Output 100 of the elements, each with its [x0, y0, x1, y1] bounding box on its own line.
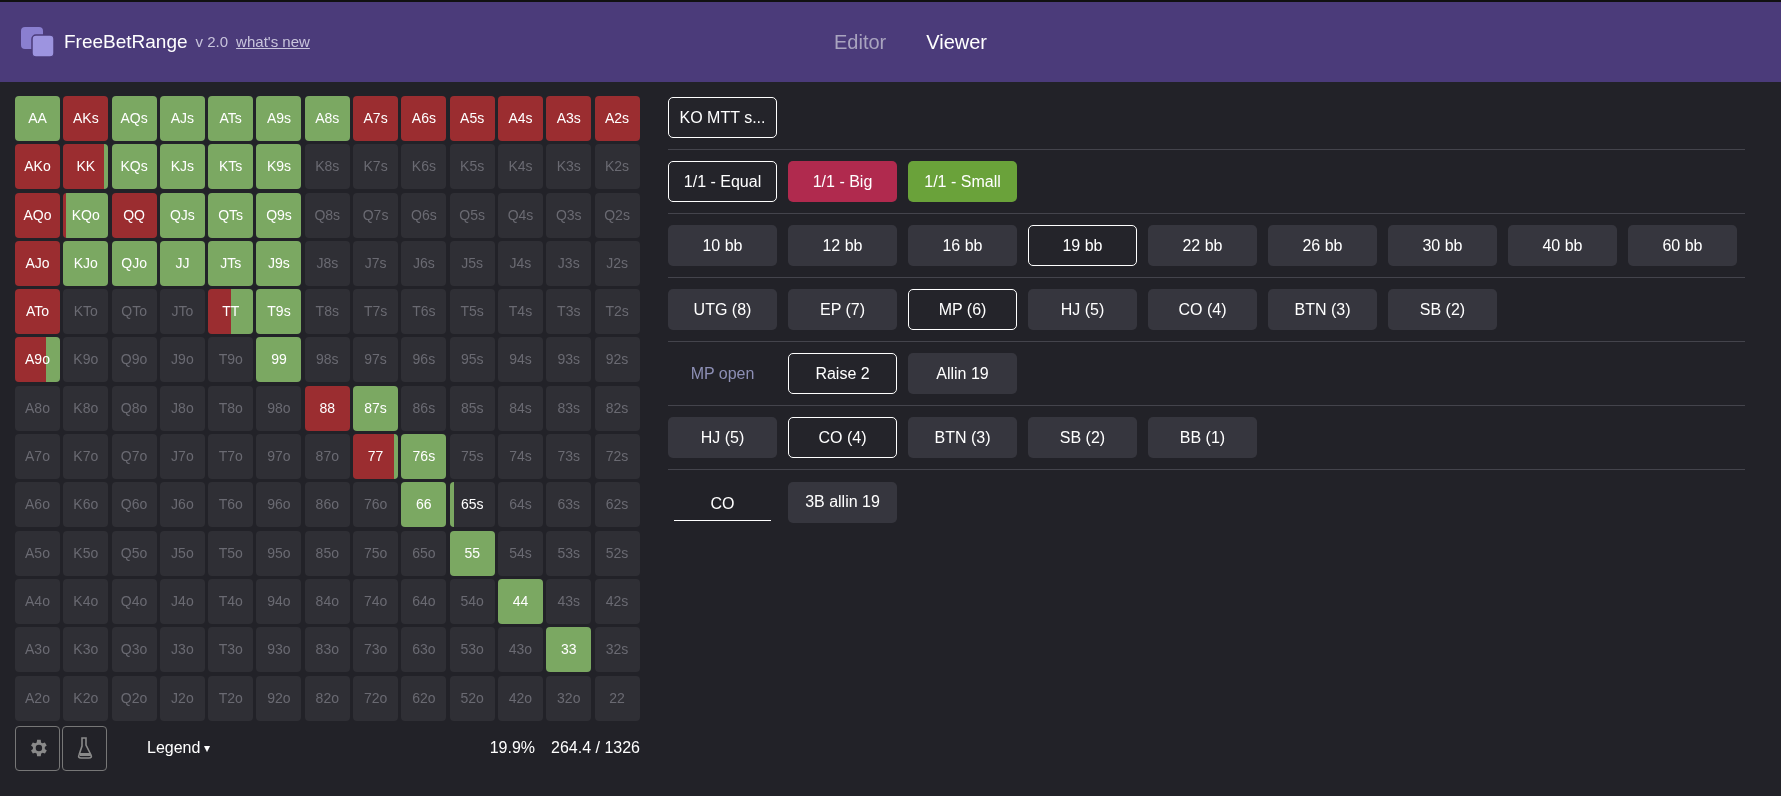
hand-cell[interactable]: J2s — [594, 240, 640, 286]
hand-cell[interactable]: A8o — [15, 385, 60, 431]
hand-cell[interactable]: J9s — [256, 240, 302, 286]
hand-cell[interactable]: Q6o — [111, 482, 157, 528]
hand-cell[interactable]: 97s — [353, 337, 399, 383]
hand-cell[interactable]: Q3s — [546, 192, 592, 238]
hand-cell[interactable]: Q4s — [497, 192, 543, 238]
option-button[interactable]: 60 bb — [1628, 225, 1737, 266]
hand-cell[interactable]: 88 — [304, 385, 350, 431]
hand-cell[interactable]: QJo — [111, 240, 157, 286]
hand-cell[interactable]: Q2o — [111, 675, 157, 721]
hand-cell[interactable]: Q5o — [111, 530, 157, 576]
hand-cell[interactable]: A7o — [15, 434, 60, 480]
hand-cell[interactable]: T3s — [546, 289, 592, 335]
option-button[interactable]: CO (4) — [1148, 289, 1257, 330]
hand-cell[interactable]: 95o — [256, 530, 302, 576]
hand-cell[interactable]: 77 — [353, 434, 399, 480]
nav-tab[interactable]: Viewer — [926, 27, 987, 57]
option-button[interactable]: 1/1 - Big — [788, 161, 897, 202]
hand-cell[interactable]: K9o — [63, 337, 109, 383]
option-button[interactable]: HJ (5) — [668, 417, 777, 458]
hand-cell[interactable]: J3o — [159, 627, 205, 673]
hand-cell[interactable]: 92s — [594, 337, 640, 383]
hand-cell[interactable]: 63s — [546, 482, 592, 528]
hand-cell[interactable]: K7o — [63, 434, 109, 480]
hand-cell[interactable]: AA — [15, 96, 60, 141]
hand-cell[interactable]: J5o — [159, 530, 205, 576]
hand-cell[interactable]: A9s — [256, 96, 302, 141]
hand-cell[interactable]: J5s — [449, 240, 495, 286]
hand-cell[interactable]: 43o — [497, 627, 543, 673]
hand-cell[interactable]: 52s — [594, 530, 640, 576]
hand-cell[interactable]: T9s — [256, 289, 302, 335]
hand-cell[interactable]: J2o — [159, 675, 205, 721]
hand-cell[interactable]: K7s — [353, 144, 399, 190]
hand-cell[interactable]: K5s — [449, 144, 495, 190]
hand-cell[interactable]: 64s — [497, 482, 543, 528]
hand-cell[interactable]: T8s — [304, 289, 350, 335]
settings-button[interactable] — [15, 725, 60, 771]
hand-cell[interactable]: 76o — [353, 482, 399, 528]
option-button[interactable]: 40 bb — [1508, 225, 1617, 266]
hand-cell[interactable]: A2o — [15, 675, 60, 721]
hand-cell[interactable]: 32o — [546, 675, 592, 721]
hand-cell[interactable]: 98o — [256, 385, 302, 431]
hand-cell[interactable]: K4o — [63, 578, 109, 624]
option-button[interactable]: 3B allin 19 — [788, 481, 897, 523]
hand-cell[interactable]: 86o — [304, 482, 350, 528]
hand-cell[interactable]: T2o — [208, 675, 254, 721]
hand-cell[interactable]: 53o — [449, 627, 495, 673]
hand-cell[interactable]: 97o — [256, 434, 302, 480]
hand-cell[interactable]: 72s — [594, 434, 640, 480]
hand-cell[interactable]: 84s — [497, 385, 543, 431]
hand-cell[interactable]: J3s — [546, 240, 592, 286]
hand-cell[interactable]: 55 — [449, 530, 495, 576]
option-button[interactable]: Raise 2 — [788, 353, 897, 394]
hand-cell[interactable]: ATs — [208, 96, 254, 141]
hand-cell[interactable]: K3o — [63, 627, 109, 673]
hand-cell[interactable]: T6s — [401, 289, 447, 335]
whats-new-link[interactable]: what's new — [236, 30, 310, 54]
hand-cell[interactable]: KQs — [111, 144, 157, 190]
option-button[interactable]: UTG (8) — [668, 289, 777, 330]
nav-tab[interactable]: Editor — [833, 27, 887, 57]
hand-cell[interactable]: J7o — [159, 434, 205, 480]
option-button[interactable]: 12 bb — [788, 225, 897, 266]
option-button[interactable]: CO (4) — [788, 417, 897, 458]
hand-cell[interactable]: A8s — [304, 96, 350, 141]
hand-cell[interactable]: QJs — [159, 192, 205, 238]
hand-cell[interactable]: AQs — [111, 96, 157, 141]
hand-cell[interactable]: 83o — [304, 627, 350, 673]
hand-cell[interactable]: 82s — [594, 385, 640, 431]
hand-cell[interactable]: 75o — [353, 530, 399, 576]
hand-cell[interactable]: 42o — [497, 675, 543, 721]
hand-cell[interactable]: 92o — [256, 675, 302, 721]
hand-cell[interactable]: 64o — [401, 578, 447, 624]
hand-cell[interactable]: 33 — [546, 627, 592, 673]
option-button[interactable]: 26 bb — [1268, 225, 1377, 266]
hand-cell[interactable]: 93o — [256, 627, 302, 673]
hand-cell[interactable]: ATo — [15, 289, 60, 335]
hand-cell[interactable]: J8s — [304, 240, 350, 286]
hand-cell[interactable]: T2s — [594, 289, 640, 335]
hand-cell[interactable]: Q4o — [111, 578, 157, 624]
hand-cell[interactable]: A4s — [497, 96, 543, 141]
hand-cell[interactable]: 74s — [497, 434, 543, 480]
hand-cell[interactable]: 93s — [546, 337, 592, 383]
option-button[interactable]: 30 bb — [1388, 225, 1497, 266]
hand-cell[interactable]: 98s — [304, 337, 350, 383]
hand-cell[interactable]: T5o — [208, 530, 254, 576]
hand-cell[interactable]: 85o — [304, 530, 350, 576]
option-button[interactable]: 16 bb — [908, 225, 1017, 266]
hand-cell[interactable]: 84o — [304, 578, 350, 624]
hand-cell[interactable]: JTo — [159, 289, 205, 335]
option-button[interactable]: HJ (5) — [1028, 289, 1137, 330]
hand-cell[interactable]: A4o — [15, 578, 60, 624]
hand-cell[interactable]: AJs — [159, 96, 205, 141]
hand-cell[interactable]: AQo — [15, 192, 60, 238]
hand-cell[interactable]: KJo — [63, 240, 109, 286]
hand-cell[interactable]: Q3o — [111, 627, 157, 673]
hand-cell[interactable]: Q7o — [111, 434, 157, 480]
hand-cell[interactable]: 94s — [497, 337, 543, 383]
hand-cell[interactable]: J9o — [159, 337, 205, 383]
hand-cell[interactable]: Q7s — [353, 192, 399, 238]
